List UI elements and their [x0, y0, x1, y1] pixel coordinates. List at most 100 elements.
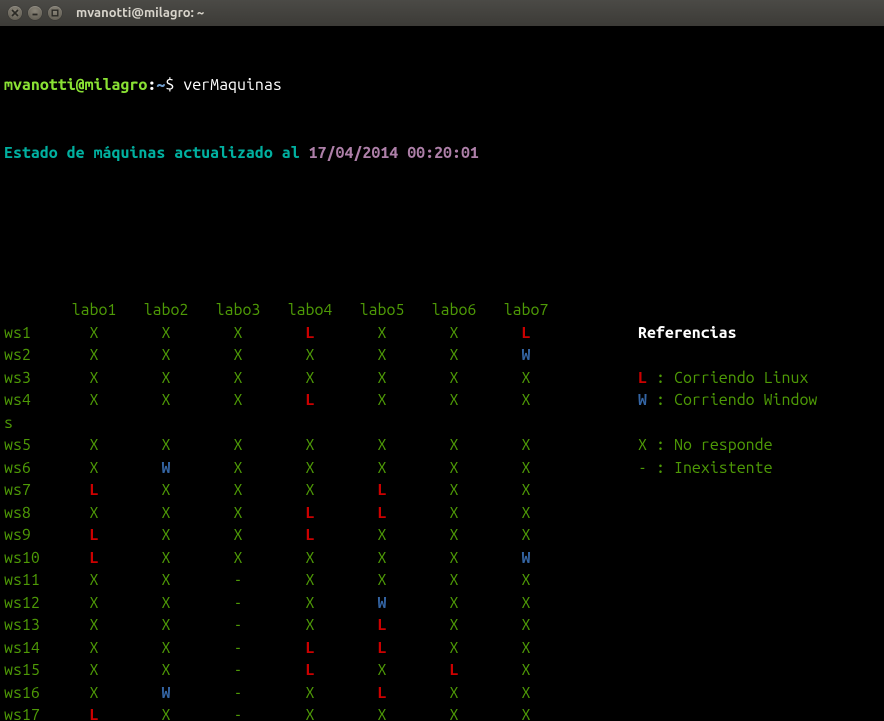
row-label: ws6 — [4, 457, 58, 480]
row-label: ws4 — [4, 389, 58, 412]
table-row: ws5XXXXXXX — [4, 434, 562, 457]
machine-cell: X — [418, 547, 490, 570]
machine-cell: X — [490, 367, 562, 390]
legend-symbol: X — [638, 434, 656, 457]
machine-cell: L — [346, 502, 418, 525]
table-row: ws7LXXXLXX — [4, 479, 562, 502]
column-header: labo2 — [130, 299, 202, 322]
machine-cell: X — [130, 434, 202, 457]
spacer — [638, 412, 817, 435]
machine-cell: X — [490, 457, 562, 480]
wrapped-line: s — [4, 412, 562, 435]
machine-cell: X — [130, 389, 202, 412]
column-header: labo5 — [346, 299, 418, 322]
legend-row: X: No responde — [638, 434, 817, 457]
row-label: ws2 — [4, 344, 58, 367]
status-timestamp: 17/04/2014 00:20:01 — [309, 144, 479, 162]
machine-cell: X — [274, 592, 346, 615]
machine-cell: X — [490, 389, 562, 412]
window-controls — [0, 6, 70, 20]
machine-cell: X — [346, 367, 418, 390]
machine-cell: X — [202, 524, 274, 547]
machine-cell: X — [418, 457, 490, 480]
machine-cell: X — [346, 434, 418, 457]
table-row: ws4XXXLXXX — [4, 389, 562, 412]
machine-cell: X — [202, 457, 274, 480]
row-label: ws11 — [4, 569, 58, 592]
machine-cell: - — [202, 569, 274, 592]
machine-cell: X — [418, 389, 490, 412]
machines-table: labo1labo2labo3labo4labo5labo6labo7ws1XX… — [4, 299, 562, 721]
machine-cell: X — [274, 367, 346, 390]
machine-cell: X — [58, 389, 130, 412]
machine-cell: L — [346, 682, 418, 705]
legend-row: L: Corriendo Linux — [638, 367, 817, 390]
machine-cell: X — [346, 704, 418, 721]
machine-cell: X — [418, 367, 490, 390]
machine-cell: W — [130, 457, 202, 480]
machine-cell: X — [58, 614, 130, 637]
legend-row: -: Inexistente — [638, 457, 817, 480]
machine-cell: X — [346, 524, 418, 547]
machine-cell: X — [130, 367, 202, 390]
machine-cell: X — [346, 322, 418, 345]
legend-separator: : — [656, 434, 674, 457]
legend-separator: : — [656, 457, 674, 480]
table-row: ws10LXXXXXW — [4, 547, 562, 570]
machine-cell: X — [202, 479, 274, 502]
machine-cell: L — [490, 322, 562, 345]
machine-cell: X — [418, 322, 490, 345]
table-row: ws12XX-XWXX — [4, 592, 562, 615]
machine-cell: X — [202, 367, 274, 390]
close-icon[interactable] — [8, 6, 22, 20]
machine-cell: X — [490, 682, 562, 705]
machine-cell: L — [418, 659, 490, 682]
maximize-icon[interactable] — [48, 6, 62, 20]
spacer — [638, 299, 817, 322]
machine-cell: W — [490, 547, 562, 570]
machine-cell: X — [58, 637, 130, 660]
machine-cell: X — [130, 704, 202, 721]
terminal-output[interactable]: mvanotti@milagro:~$ verMaquinas Estado d… — [0, 26, 884, 721]
machine-cell: X — [58, 457, 130, 480]
row-label: ws3 — [4, 367, 58, 390]
machine-cell: - — [202, 704, 274, 721]
machine-cell: X — [490, 479, 562, 502]
machine-cell: X — [418, 434, 490, 457]
machine-cell: L — [274, 322, 346, 345]
legend-separator: : — [656, 389, 674, 412]
column-header: labo4 — [274, 299, 346, 322]
machine-cell: X — [490, 659, 562, 682]
machine-cell: L — [58, 524, 130, 547]
table-row: ws9LXXLXXX — [4, 524, 562, 547]
row-label: ws7 — [4, 479, 58, 502]
machine-cell: X — [130, 659, 202, 682]
machine-cell: X — [58, 569, 130, 592]
machine-cell: X — [346, 569, 418, 592]
legend-symbol: - — [638, 457, 656, 480]
machine-cell: X — [274, 457, 346, 480]
table-row: ws13XX-XLXX — [4, 614, 562, 637]
machine-cell: L — [346, 479, 418, 502]
table-row: ws6XWXXXXX — [4, 457, 562, 480]
machine-cell: X — [274, 434, 346, 457]
machine-cell: X — [202, 434, 274, 457]
machine-cell: X — [58, 344, 130, 367]
machine-cell: X — [274, 682, 346, 705]
table-row: ws11XX-XXXX — [4, 569, 562, 592]
machine-cell: X — [418, 637, 490, 660]
table-row: ws8XXXLLXX — [4, 502, 562, 525]
machine-cell: X — [490, 637, 562, 660]
prompt-userhost: mvanotti@milagro — [4, 76, 147, 94]
machine-cell: X — [490, 704, 562, 721]
row-label: ws17 — [4, 704, 58, 721]
machine-cell: X — [490, 524, 562, 547]
machine-cell: W — [346, 592, 418, 615]
machine-cell: X — [346, 659, 418, 682]
minimize-icon[interactable] — [28, 6, 42, 20]
machine-cell: X — [202, 389, 274, 412]
machine-cell: X — [130, 592, 202, 615]
machine-cell: X — [418, 569, 490, 592]
row-label: ws10 — [4, 547, 58, 570]
legend-desc: Corriendo Window — [674, 389, 817, 412]
